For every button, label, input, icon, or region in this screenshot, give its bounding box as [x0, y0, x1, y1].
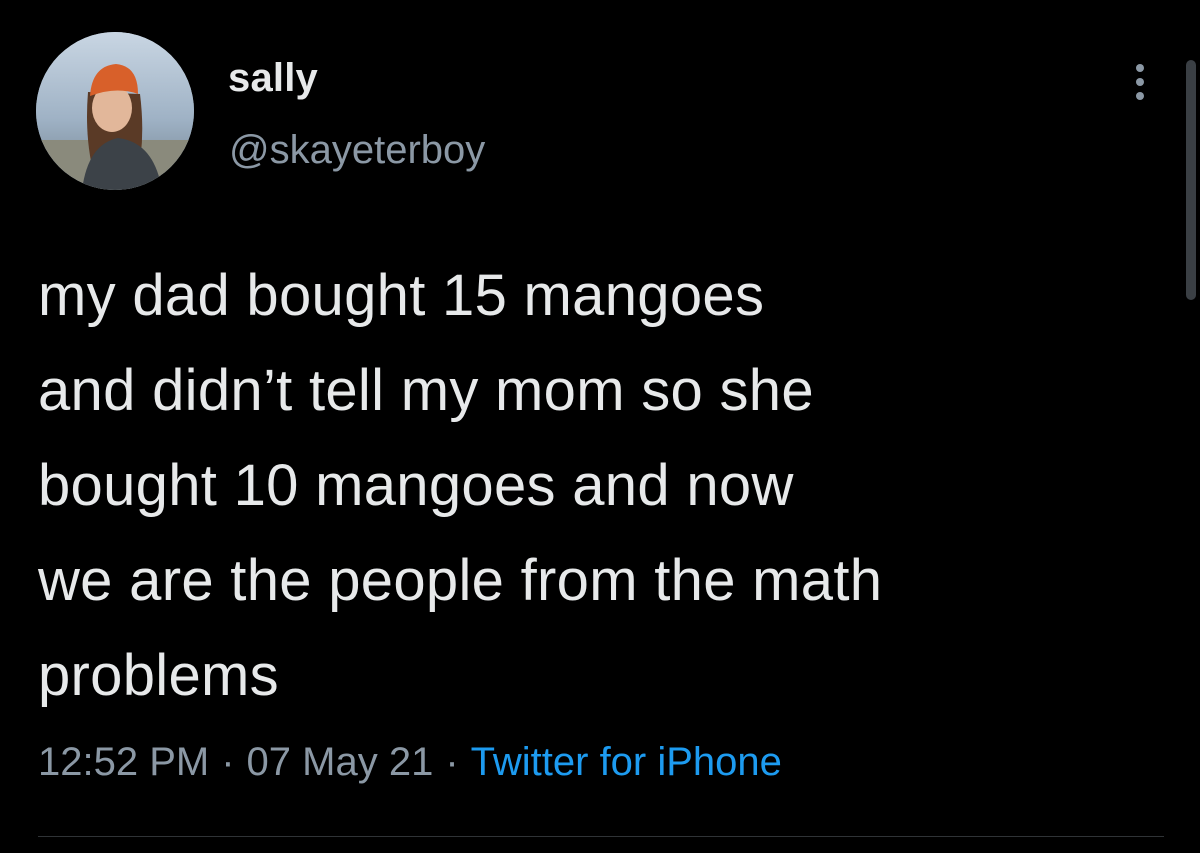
tweet: sally @skayeterboy my dad bought 15 mang…	[0, 0, 1200, 853]
tweet-text-line: and didn’t tell my mom so she	[38, 358, 814, 423]
more-vertical-icon[interactable]	[1126, 60, 1154, 104]
tweet-source-link[interactable]: Twitter for iPhone	[471, 740, 782, 784]
display-name[interactable]: sally	[228, 56, 318, 101]
divider	[38, 836, 1164, 837]
tweet-text-line: my dad bought 15 mangoes	[38, 263, 765, 328]
avatar-photo	[36, 32, 194, 190]
meta-separator: ·	[445, 740, 459, 784]
tweet-text-line: we are the people from the math	[38, 548, 883, 613]
tweet-text: my dad bought 15 mangoes and didn’t tell…	[38, 248, 1168, 723]
meta-separator: ·	[221, 740, 235, 784]
tweet-time[interactable]: 12:52 PM	[38, 740, 209, 784]
tweet-meta: 12:52 PM · 07 May 21 · Twitter for iPhone	[38, 740, 782, 785]
tweet-text-line: problems	[38, 643, 279, 708]
tweet-text-line: bought 10 mangoes and now	[38, 453, 794, 518]
scrollbar[interactable]	[1186, 60, 1196, 300]
user-handle[interactable]: @skayeterboy	[229, 128, 485, 173]
tweet-date[interactable]: 07 May 21	[247, 740, 434, 784]
avatar[interactable]	[36, 32, 194, 190]
